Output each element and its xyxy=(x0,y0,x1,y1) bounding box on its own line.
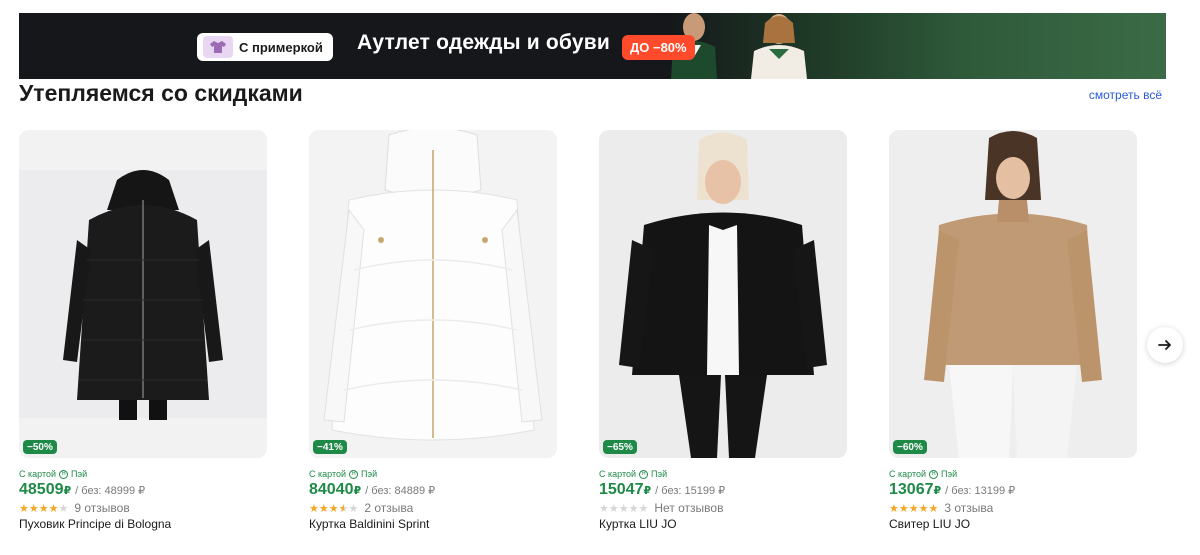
product-name[interactable]: Свитер LIU JO xyxy=(889,517,970,531)
star-icon: ★ xyxy=(918,502,929,515)
price-without-card: / без: 48999 ₽ xyxy=(75,485,146,497)
with-card-text: С картой xyxy=(309,469,347,479)
star-icon: ★ xyxy=(38,502,49,515)
price-row: 15047₽ / без: 15199 ₽ xyxy=(599,481,725,499)
banner-title: Аутлет одежды и обуви xyxy=(357,31,610,54)
discount-badge: −65% xyxy=(603,440,637,454)
try-on-label: С примеркой xyxy=(239,39,323,55)
rating-row[interactable]: ★★★★★ 2 отзыва xyxy=(309,501,413,515)
product-image[interactable]: −60% xyxy=(889,130,1137,458)
price: 15047₽ xyxy=(599,481,652,498)
card-price-label: С картой Я Пэй xyxy=(309,469,377,479)
star-icon: ★ xyxy=(898,502,909,515)
price-without-card: / без: 84889 ₽ xyxy=(365,485,436,497)
pay-logo-icon: Я xyxy=(59,469,69,479)
pay-logo-icon: Я xyxy=(929,469,939,479)
reviews-count[interactable]: 9 отзывов xyxy=(74,501,129,515)
star-icon: ★ xyxy=(309,502,319,515)
star-icon: ★ xyxy=(599,502,609,515)
star-icon: ★ xyxy=(618,502,629,515)
section-title: Утепляемся со скидками xyxy=(19,80,303,106)
banner-model-woman-image xyxy=(751,14,807,79)
card-price-label: С картой Я Пэй xyxy=(19,469,87,479)
rating-stars: ★★★★★ xyxy=(889,502,938,515)
try-on-badge: С примеркой xyxy=(197,33,333,61)
star-icon: ★ xyxy=(628,502,639,515)
price-row: 48509₽ / без: 48999 ₽ xyxy=(19,481,145,499)
discount-badge: −41% xyxy=(313,440,347,454)
reviews-count[interactable]: Нет отзывов xyxy=(654,501,723,515)
product-image[interactable]: −41% xyxy=(309,130,557,458)
star-icon: ★ xyxy=(328,502,339,515)
card-price-label: С картой Я Пэй xyxy=(599,469,667,479)
reviews-count[interactable]: 3 отзыва xyxy=(944,501,993,515)
price-without-card: / без: 15199 ₽ xyxy=(655,485,726,497)
star-icon: ★ xyxy=(48,502,59,515)
product-card[interactable]: −41% С картой Я Пэй 84040₽ / без: 84889 … xyxy=(309,130,557,550)
pay-logo-icon: Я xyxy=(639,469,649,479)
carousel-next-button[interactable] xyxy=(1147,327,1183,363)
pay-logo-icon: Я xyxy=(349,469,359,479)
rating-row[interactable]: ★★★★★ 9 отзывов xyxy=(19,501,130,515)
rating-row[interactable]: ★★★★★ 3 отзыва xyxy=(889,501,993,515)
rating-stars: ★★★★★ xyxy=(19,502,68,515)
product-image[interactable]: −65% xyxy=(599,130,847,458)
with-card-text: С картой xyxy=(889,469,927,479)
pay-text: Пэй xyxy=(651,469,668,479)
price: 13067₽ xyxy=(889,481,942,498)
arrow-right-icon xyxy=(1158,340,1171,350)
star-icon: ★ xyxy=(348,502,359,515)
star-icon: ★ xyxy=(19,502,29,515)
shirt-icon xyxy=(203,36,233,58)
price-without-card: / без: 13199 ₽ xyxy=(945,485,1016,497)
black-jacket-model-image xyxy=(599,130,847,458)
product-card[interactable]: −65% С картой Я Пэй 15047₽ / без: 15199 … xyxy=(599,130,847,550)
price: 84040₽ xyxy=(309,481,362,498)
rating-row[interactable]: ★★★★★ Нет отзывов xyxy=(599,501,723,515)
rating-stars: ★★★★★ xyxy=(599,502,648,515)
discount-badge: −50% xyxy=(23,440,57,454)
with-card-text: С картой xyxy=(599,469,637,479)
pay-text: Пэй xyxy=(71,469,88,479)
product-card[interactable]: −60% С картой Я Пэй 13067₽ / без: 13199 … xyxy=(889,130,1137,550)
pay-text: Пэй xyxy=(941,469,958,479)
sweater-model-image xyxy=(889,130,1137,458)
star-icon: ★ xyxy=(889,502,899,515)
star-icon: ★ xyxy=(608,502,619,515)
star-icon: ★ xyxy=(338,502,349,515)
card-price-label: С картой Я Пэй xyxy=(889,469,957,479)
product-name[interactable]: Куртка LIU JO xyxy=(599,517,677,531)
star-icon: ★ xyxy=(908,502,919,515)
star-icon: ★ xyxy=(318,502,329,515)
pay-text: Пэй xyxy=(361,469,378,479)
promo-banner[interactable]: С примеркой Аутлет одежды и обуви ДО −80… xyxy=(19,13,1166,79)
price-row: 84040₽ / без: 84889 ₽ xyxy=(309,481,435,499)
white-jacket-image xyxy=(309,130,557,458)
star-icon: ★ xyxy=(638,502,649,515)
product-image[interactable]: −50% xyxy=(19,130,267,458)
see-all-link[interactable]: смотреть всё xyxy=(1089,88,1162,102)
product-card[interactable]: −50% С картой Я Пэй 48509₽ / без: 48999 … xyxy=(19,130,267,550)
star-icon: ★ xyxy=(58,502,69,515)
banner-discount-badge: ДО −80% xyxy=(622,35,695,60)
rating-stars: ★★★★★ xyxy=(309,502,358,515)
product-name[interactable]: Куртка Baldinini Sprint xyxy=(309,517,429,531)
discount-badge: −60% xyxy=(893,440,927,454)
with-card-text: С картой xyxy=(19,469,57,479)
star-icon: ★ xyxy=(28,502,39,515)
product-name[interactable]: Пуховик Principe di Bologna xyxy=(19,517,171,531)
price: 48509₽ xyxy=(19,481,72,498)
price-row: 13067₽ / без: 13199 ₽ xyxy=(889,481,1015,499)
star-icon: ★ xyxy=(928,502,939,515)
down-coat-image xyxy=(19,170,267,420)
reviews-count[interactable]: 2 отзыва xyxy=(364,501,413,515)
